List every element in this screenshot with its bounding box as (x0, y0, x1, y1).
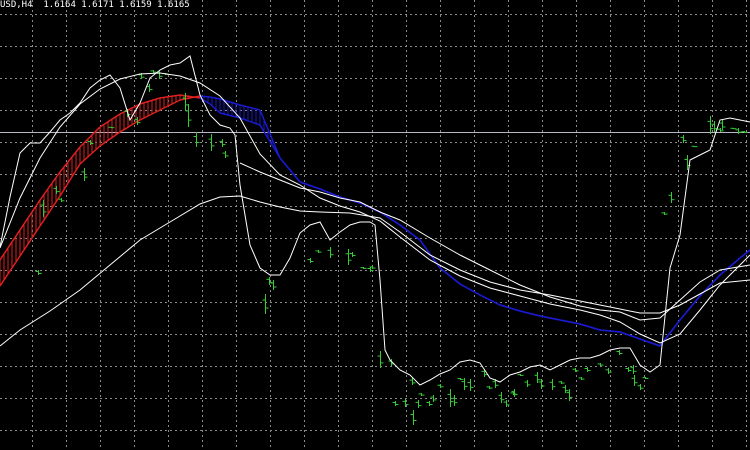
cloud-span-b (719, 257, 741, 276)
indicator-line (239, 162, 750, 321)
cloud-span-b (579, 323, 601, 331)
cloud-span-b (299, 181, 321, 190)
cloud-span-b (619, 331, 641, 340)
price-bars (35, 70, 748, 425)
cloud-span-a (19, 225, 41, 257)
indicator-lines (0, 55, 750, 386)
cloud-span-b (399, 224, 421, 241)
symbol-ohlc-header: USD,H4 1.6164 1.6171 1.6159 1.6165 (0, 0, 190, 12)
chart-window[interactable]: USD,H4 1.6164 1.6171 1.6159 1.6165 (0, 0, 750, 450)
cloud-span-b (519, 310, 541, 317)
cloud-span-b (459, 283, 481, 296)
cloud-span-a (79, 145, 101, 165)
cloud-span-b (639, 338, 661, 347)
cloud-span-b (479, 294, 501, 306)
cloud-span-b (259, 124, 281, 159)
cloud-span-b (599, 329, 621, 333)
cloud-span-a (99, 131, 121, 147)
ohlc-values-label: 1.6164 1.6171 1.6159 1.6165 (43, 0, 190, 10)
cloud-span-b (499, 304, 521, 312)
cloud-span-b (19, 199, 41, 231)
cloud-span-b (279, 157, 301, 183)
cloud-span-b (99, 113, 121, 128)
cloud-span-a (199, 95, 211, 98)
cloud-span-b (539, 315, 561, 321)
cloud-span-b (139, 97, 161, 105)
cloud-span-a (239, 104, 261, 111)
cloud-span-b (159, 94, 181, 99)
price-chart[interactable] (0, 0, 750, 450)
indicator-line (0, 55, 750, 386)
cloud-span-a (159, 99, 181, 111)
cloud-span-b (209, 103, 221, 114)
cloud-span-a (139, 109, 161, 121)
symbol-timeframe-label: USD,H4 (0, 0, 33, 10)
